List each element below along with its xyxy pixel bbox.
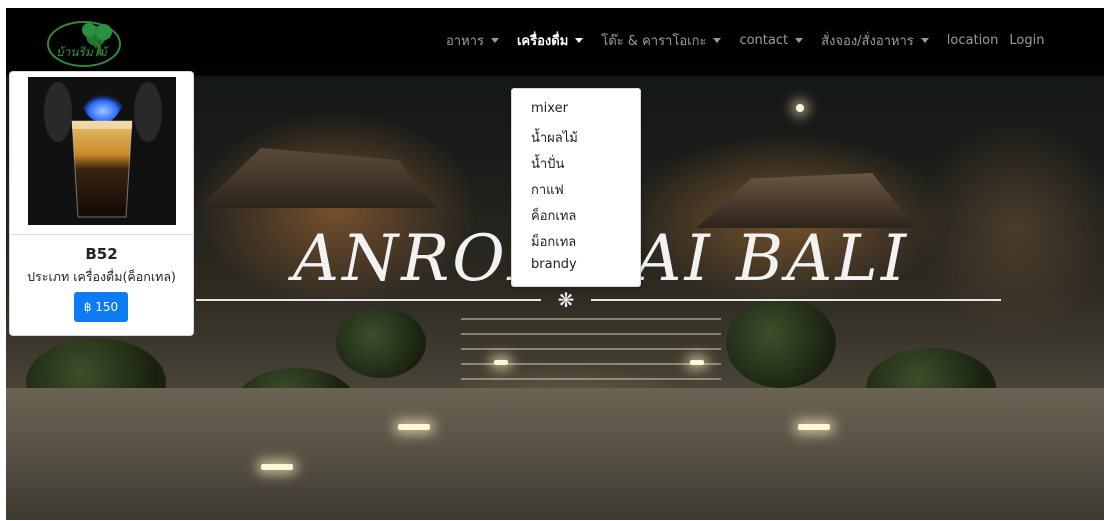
product-name: B52 — [85, 245, 118, 263]
ground-lamp — [494, 360, 508, 365]
caret-down-icon — [795, 38, 804, 43]
hero-stairs — [461, 308, 721, 388]
ornament-icon: ❋ — [557, 288, 575, 312]
dropdown-item-cocktail[interactable]: ค็อกเทล — [531, 205, 576, 226]
nav-item-label: โต๊ะ & คาราโอเกะ — [601, 34, 707, 49]
dropdown-item-juice[interactable]: น้ำผลไม้ — [531, 127, 578, 148]
nav-item-order[interactable]: สั่งจอง/สั่งอาหาร — [821, 30, 929, 51]
price-button[interactable]: ฿ 150 — [74, 292, 128, 322]
nav-item-label: เครื่องดื่ม — [516, 34, 569, 49]
nav-item-food[interactable]: อาหาร — [446, 30, 499, 51]
hero-foliage — [726, 298, 836, 388]
restaurant-logo[interactable]: บ้านริมไม้ — [44, 18, 124, 70]
product-image — [28, 77, 176, 225]
nav-item-contact[interactable]: contact — [739, 33, 804, 48]
nav-menu: อาหาร เครื่องดื่ม โต๊ะ & คาราโอเกะ conta… — [446, 30, 1055, 51]
drinks-dropdown-menu: mixer น้ำผลไม้ น้ำปั่น กาแฟ ค็อกเทล ม็อก… — [511, 88, 641, 287]
caret-down-icon — [920, 38, 929, 43]
hero-divider-right — [591, 299, 1001, 301]
product-type: ประเภท เครื่องดื่ม(ค็อกเทล) — [27, 269, 176, 284]
nav-item-label: สั่งจอง/สั่งอาหาร — [821, 34, 914, 49]
ground-lamp — [398, 424, 430, 430]
dropdown-item-mocktail[interactable]: ม็อกเทล — [531, 231, 576, 252]
nav-item-drinks[interactable]: เครื่องดื่ม — [516, 30, 584, 51]
nav-item-location[interactable]: location — [947, 33, 999, 48]
ground-lamp — [261, 464, 293, 470]
caret-down-icon — [575, 38, 584, 43]
ceiling-light — [796, 104, 804, 112]
card-divider — [10, 234, 193, 235]
navbar: บ้านริมไม้ อาหาร เครื่องดื่ม โต๊ะ & คารา… — [6, 8, 1104, 76]
dropdown-item-brandy[interactable]: brandy — [531, 257, 577, 272]
nav-item-login[interactable]: Login — [1009, 33, 1044, 48]
dropdown-item-coffee[interactable]: กาแฟ — [531, 179, 564, 200]
product-card[interactable]: B52 ประเภท เครื่องดื่ม(ค็อกเทล) ฿ 150 — [9, 71, 194, 336]
page-frame: ANRONMAI BALI ❋ บ้านริมไม้ อาหาร เครื่อง… — [6, 8, 1104, 520]
dropdown-item-mixer[interactable]: mixer — [531, 101, 568, 116]
ground-lamp — [690, 360, 704, 365]
caret-down-icon — [713, 38, 722, 43]
nav-item-label: contact — [739, 33, 789, 48]
dropdown-item-smoothie[interactable]: น้ำปั่น — [531, 153, 564, 174]
nav-item-label: อาหาร — [446, 34, 484, 49]
svg-text:บ้านริมไม้: บ้านริมไม้ — [56, 45, 110, 59]
hero-foliage — [336, 308, 426, 378]
hero-roof-left — [198, 148, 436, 208]
nav-item-label: location — [946, 33, 999, 48]
nav-item-label: Login — [1009, 33, 1045, 48]
hero-ground — [6, 388, 1104, 520]
ground-lamp — [798, 424, 830, 430]
hero-divider-left — [196, 299, 541, 301]
caret-down-icon — [490, 38, 499, 43]
hero-roof-right — [696, 173, 916, 228]
nav-item-tables-karaoke[interactable]: โต๊ะ & คาราโอเกะ — [601, 30, 722, 51]
